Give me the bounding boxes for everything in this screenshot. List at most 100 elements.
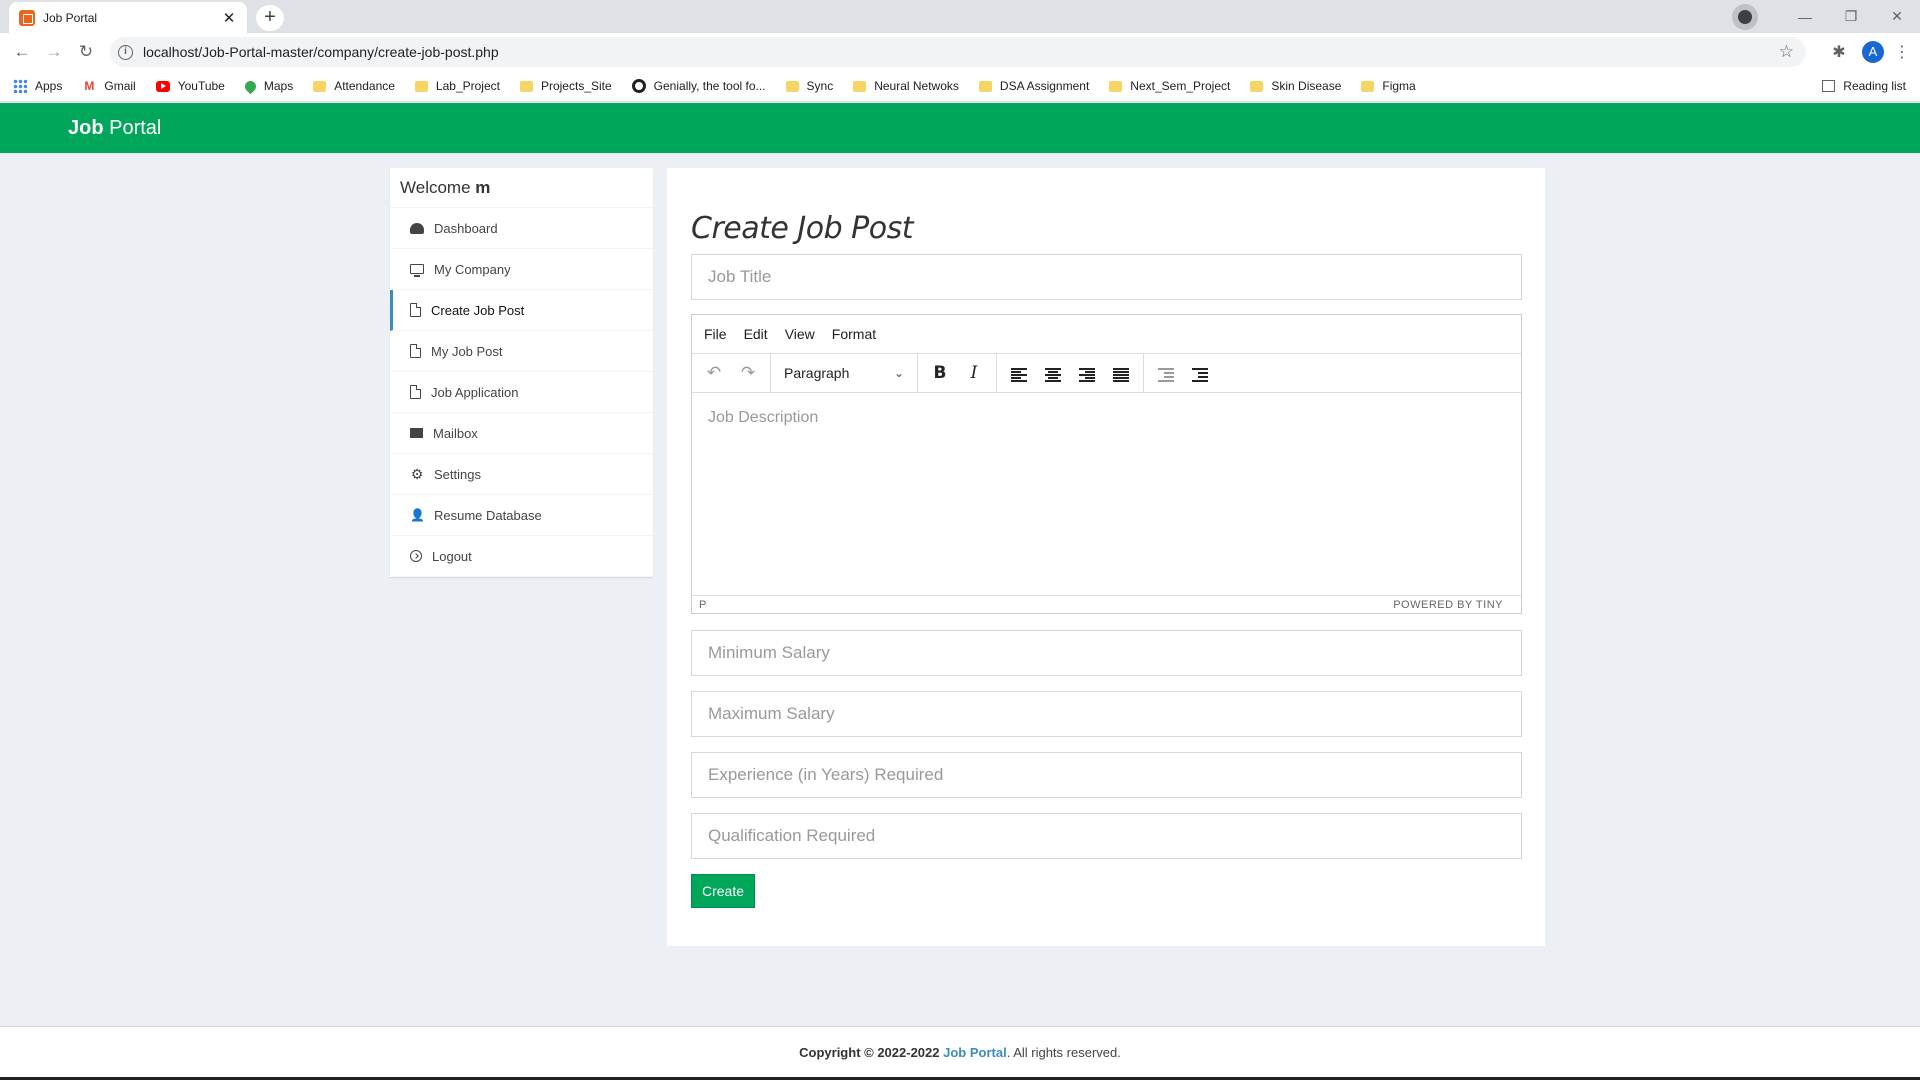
sidebar-item-mailbox[interactable]: Mailbox	[390, 413, 653, 454]
folder-icon	[978, 80, 992, 92]
bookmark-neural-networks[interactable]: Neural Netwoks	[853, 79, 959, 93]
editor-menu-format[interactable]: Format	[832, 326, 876, 342]
block-format-select[interactable]: Paragraph ⌄	[776, 365, 912, 381]
bookmark-next-sem-project[interactable]: Next_Sem_Project	[1109, 79, 1230, 93]
sidebar-item-dashboard[interactable]: Dashboard	[390, 208, 653, 249]
profile-avatar[interactable]: A	[1862, 41, 1884, 63]
sidebar-item-create-job-post[interactable]: Create Job Post	[390, 290, 653, 331]
site-logo[interactable]: Job Portal	[68, 117, 161, 140]
sidebar-item-my-job-post[interactable]: My Job Post	[390, 331, 653, 372]
editor-menu-file[interactable]: File	[704, 326, 727, 342]
reading-list-icon	[1822, 80, 1836, 92]
copyright-text: Copyright © 2022-2022	[799, 1045, 944, 1060]
folder-icon	[853, 80, 867, 92]
folder-icon	[785, 80, 799, 92]
bookmark-sync[interactable]: Sync	[785, 79, 833, 93]
sidebar-item-resume-database[interactable]: 👤 Resume Database	[390, 495, 653, 536]
welcome-username: m	[475, 178, 491, 197]
bookmark-projects-site[interactable]: Projects_Site	[519, 79, 612, 93]
sidebar: Welcome m Dashboard My Company Create Jo…	[390, 168, 653, 577]
restore-button[interactable]: ❐	[1828, 8, 1874, 25]
editor-statusbar: P POWERED BY TINY	[692, 596, 1521, 613]
footer-brand-link[interactable]: Job Portal	[943, 1045, 1007, 1060]
sidebar-item-settings[interactable]: ⚙ Settings	[390, 454, 653, 495]
envelope-icon	[410, 428, 423, 438]
address-bar[interactable]: i localhost/Job-Portal-master/company/cr…	[110, 37, 1806, 67]
undo-icon[interactable]: ↶	[697, 358, 731, 388]
bookmark-maps[interactable]: Maps	[242, 78, 293, 94]
apps-grid-icon	[13, 79, 27, 93]
bookmark-dsa-assignment[interactable]: DSA Assignment	[978, 79, 1089, 93]
job-description-editor: File Edit View Format ↶ ↷ Paragraph ⌄ B …	[691, 314, 1522, 614]
dashboard-icon	[410, 222, 424, 234]
browser-tab[interactable]: Job Portal ✕	[9, 2, 247, 33]
maximum-salary-input[interactable]	[691, 691, 1522, 737]
bold-icon[interactable]: B	[923, 358, 957, 388]
sidebar-item-job-application[interactable]: Job Application	[390, 372, 653, 413]
folder-icon	[519, 80, 533, 92]
sidebar-item-my-company[interactable]: My Company	[390, 249, 653, 290]
bookmark-lab-project[interactable]: Lab_Project	[414, 79, 500, 93]
bookmark-gmail[interactable]: M Gmail	[82, 79, 135, 93]
indent-icon[interactable]	[1183, 358, 1217, 388]
editor-element-path[interactable]: P	[699, 599, 706, 611]
minimum-salary-input[interactable]	[691, 630, 1522, 676]
align-center-icon[interactable]	[1036, 358, 1070, 388]
bookmark-genially[interactable]: Genially, the tool fo...	[631, 79, 766, 93]
reading-list-button[interactable]: Reading list	[1822, 79, 1906, 93]
xampp-favicon-icon	[19, 9, 35, 26]
welcome-heading: Welcome m	[390, 168, 653, 208]
editor-menubar: File Edit View Format	[692, 315, 1521, 354]
align-justify-icon[interactable]	[1104, 358, 1138, 388]
tab-search-icon[interactable]	[1732, 3, 1758, 30]
close-tab-icon[interactable]: ✕	[221, 9, 237, 27]
browser-menu-icon[interactable]: ⋮	[1892, 42, 1912, 62]
file-icon	[410, 385, 421, 399]
sidebar-item-logout[interactable]: Logout	[390, 536, 653, 577]
rights-text: . All rights reserved.	[1006, 1045, 1121, 1060]
reload-icon[interactable]: ↻	[70, 42, 102, 62]
page-footer: Copyright © 2022-2022 Job Portal. All ri…	[0, 1026, 1920, 1077]
bookmark-star-icon[interactable]: ☆	[1779, 42, 1794, 62]
close-window-button[interactable]: ✕	[1874, 8, 1920, 25]
redo-icon[interactable]: ↷	[731, 358, 765, 388]
align-left-icon[interactable]	[1002, 358, 1036, 388]
editor-toolbar: ↶ ↷ Paragraph ⌄ B I	[692, 354, 1521, 393]
folder-icon	[1109, 80, 1123, 92]
tab-title: Job Portal	[43, 10, 98, 25]
user-icon: 👤	[410, 508, 425, 522]
bookmark-attendance[interactable]: Attendance	[313, 79, 395, 93]
bookmark-skin-disease[interactable]: Skin Disease	[1250, 79, 1341, 93]
bookmark-figma[interactable]: Figma	[1361, 79, 1416, 93]
file-icon	[410, 344, 421, 358]
maps-pin-icon	[242, 78, 259, 94]
qualification-input[interactable]	[691, 813, 1522, 859]
folder-icon	[313, 80, 327, 92]
site-info-icon[interactable]: i	[118, 44, 133, 60]
italic-icon[interactable]: I	[957, 358, 991, 388]
folder-icon	[1361, 80, 1375, 92]
minimize-button[interactable]: —	[1782, 9, 1828, 25]
experience-input[interactable]	[691, 752, 1522, 798]
url-text[interactable]: localhost/Job-Portal-master/company/crea…	[143, 44, 1779, 60]
bookmark-youtube[interactable]: YouTube	[155, 79, 225, 93]
youtube-icon	[155, 80, 170, 92]
job-title-input[interactable]	[691, 254, 1522, 300]
create-button[interactable]: Create	[691, 874, 755, 908]
browser-toolbar: ← → ↻ i localhost/Job-Portal-master/comp…	[0, 33, 1920, 71]
back-icon[interactable]: ←	[6, 42, 38, 62]
align-right-icon[interactable]	[1070, 358, 1104, 388]
forward-icon[interactable]: →	[38, 42, 70, 62]
editor-menu-view[interactable]: View	[785, 326, 815, 342]
folder-icon	[1250, 80, 1264, 92]
editor-branding[interactable]: POWERED BY TINY	[1393, 599, 1503, 611]
gear-icon: ⚙	[410, 466, 424, 482]
extensions-puzzle-icon[interactable]: ✱	[1824, 42, 1854, 62]
editor-menu-edit[interactable]: Edit	[744, 326, 768, 342]
monitor-icon	[410, 264, 424, 277]
new-tab-button[interactable]: +	[256, 5, 284, 31]
editor-content-area[interactable]: Job Description	[692, 393, 1521, 596]
browser-tab-strip: Job Portal ✕ + — ❐ ✕	[0, 0, 1920, 33]
outdent-icon[interactable]	[1149, 358, 1183, 388]
bookmark-apps[interactable]: Apps	[13, 79, 62, 93]
